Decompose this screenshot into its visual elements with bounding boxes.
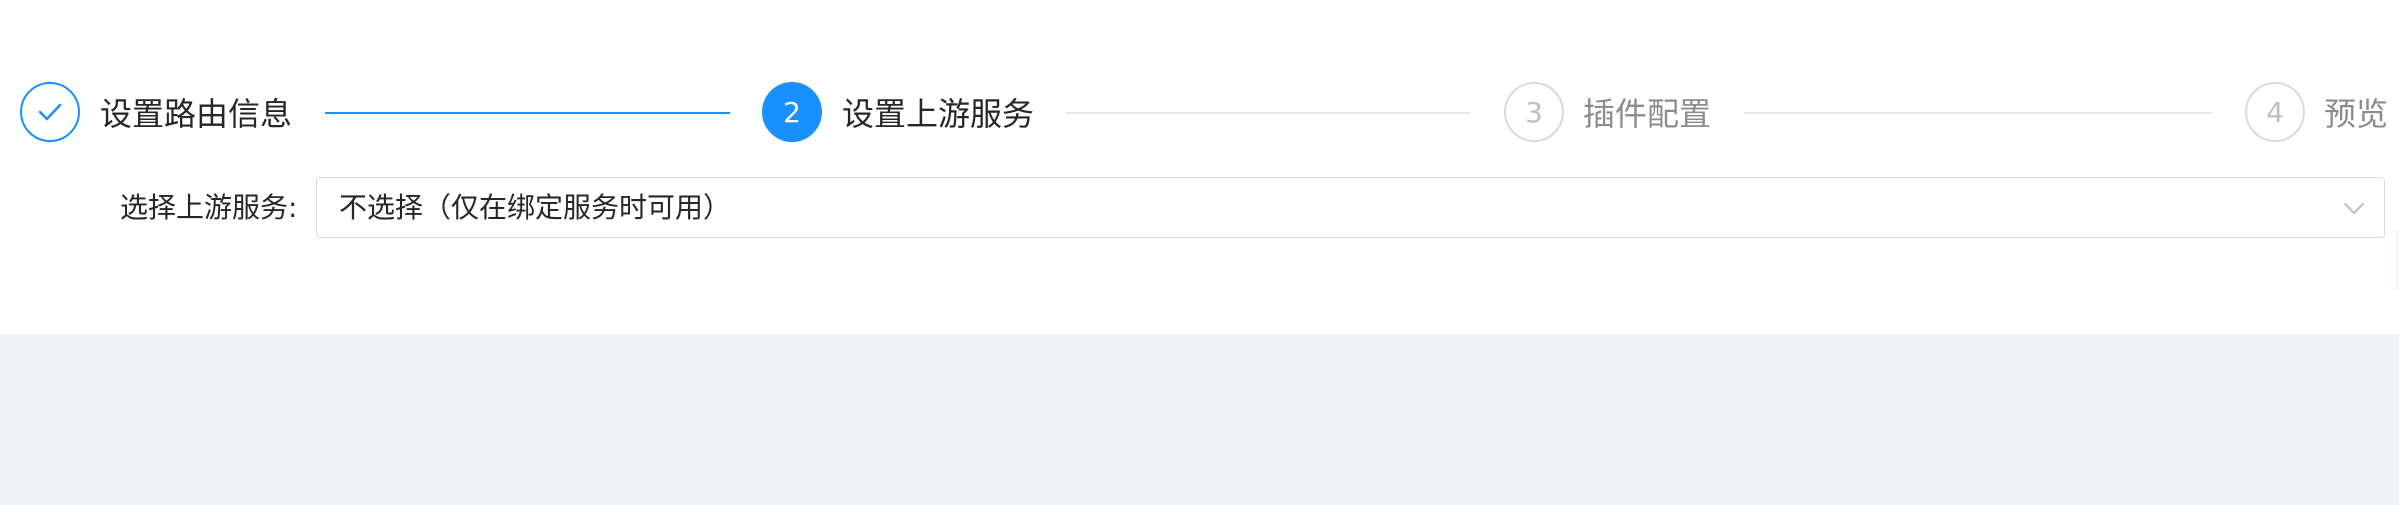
- chevron-down-icon[interactable]: [2342, 196, 2366, 220]
- step-2-title[interactable]: 设置上游服务: [842, 92, 1034, 136]
- route-form-panel: 设置路由信息 2 设置上游服务 3 插件配置 4 预览 选择上游服务: 不选择（…: [0, 0, 2399, 334]
- step-connector-2: [1066, 112, 1471, 114]
- step-4-title[interactable]: 预览: [2324, 92, 2388, 136]
- step-1-title[interactable]: 设置路由信息: [100, 92, 292, 136]
- step-1-circle[interactable]: [20, 82, 80, 142]
- upstream-select[interactable]: 不选择（仅在绑定服务时可用）: [316, 177, 2385, 238]
- check-icon: [38, 103, 62, 121]
- upstream-select-value: 不选择（仅在绑定服务时可用）: [339, 191, 732, 224]
- upstream-label: 选择上游服务:: [120, 191, 298, 224]
- edge-shadow: [2389, 230, 2399, 290]
- step-2-circle[interactable]: 2: [762, 82, 822, 142]
- step-connector-1: [325, 112, 730, 114]
- step-connector-3: [1744, 112, 2212, 114]
- step-3-title[interactable]: 插件配置: [1583, 92, 1711, 136]
- step-3-circle[interactable]: 3: [1504, 82, 1564, 142]
- step-4-circle[interactable]: 4: [2245, 82, 2305, 142]
